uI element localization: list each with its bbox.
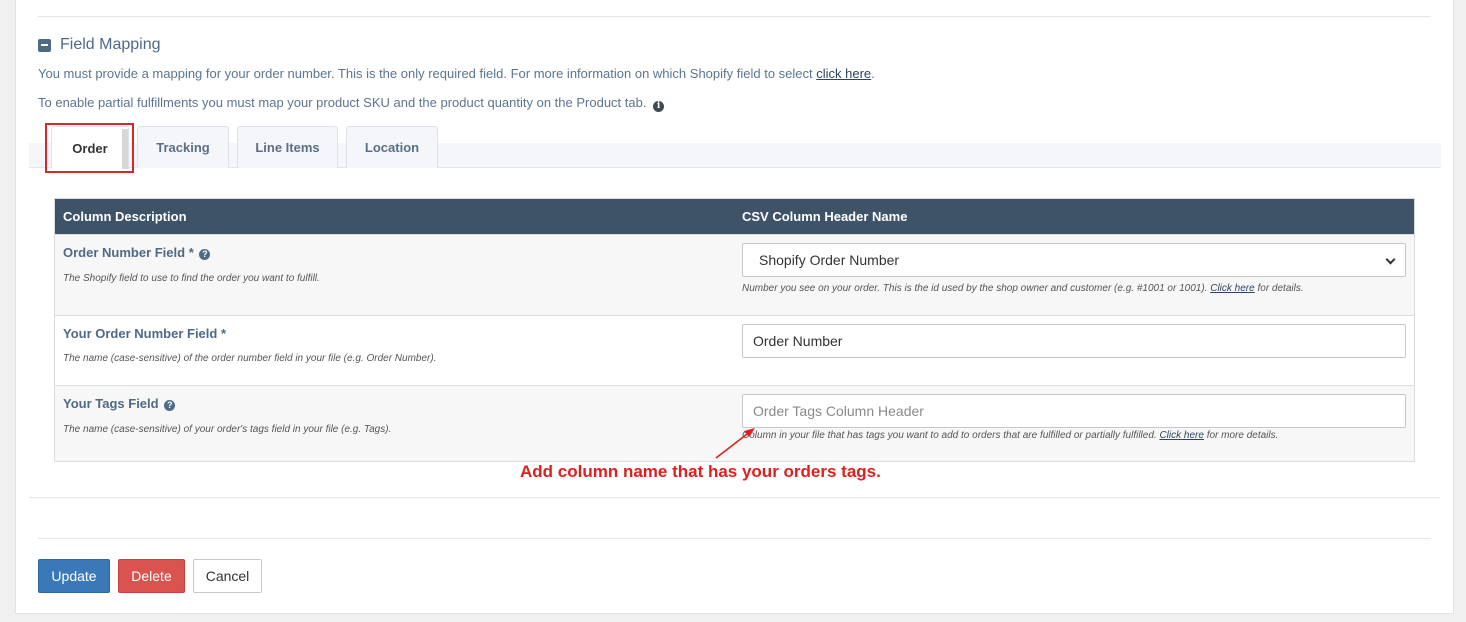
tags-field-label-text: Your Tags Field	[63, 396, 159, 411]
order-number-hint: Number you see on your order. This is th…	[742, 283, 1304, 294]
delete-button[interactable]: Delete	[118, 559, 185, 593]
your-order-number-field-label: Your Order Number Field *	[63, 326, 227, 341]
order-number-field-label-text: Order Number Field *	[63, 245, 194, 260]
order-number-details-link[interactable]: Click here	[1210, 283, 1254, 294]
your-order-number-field-description: The name (case-sensitive) of the order n…	[63, 353, 437, 364]
tab-line-items[interactable]: Line Items	[237, 126, 338, 168]
lower-divider	[29, 497, 1440, 498]
tags-hint-suffix: for more details.	[1203, 430, 1279, 441]
tags-column-input[interactable]: Order Tags Column Header	[742, 394, 1406, 428]
order-number-input[interactable]: Order Number	[742, 324, 1406, 358]
header-column-description: Column Description	[63, 209, 187, 224]
help-text-suffix: .	[871, 66, 875, 81]
tab-tracking[interactable]: Tracking	[137, 126, 229, 168]
content-panel: Field Mapping You must provide a mapping…	[15, 0, 1454, 614]
tags-details-link[interactable]: Click here	[1159, 430, 1203, 441]
info-circle-icon[interactable]: i	[653, 101, 665, 112]
tags-field-description: The name (case-sensitive) of your order'…	[63, 424, 392, 435]
order-number-hint-suffix: for details.	[1254, 283, 1304, 294]
header-csv-column: CSV Column Header Name	[742, 209, 908, 224]
order-number-field-description: The Shopify field to use to find the ord…	[63, 273, 320, 284]
row-order-number-field: Order Number Field * ? The Shopify field…	[55, 234, 1414, 315]
help-text-prefix: You must provide a mapping for your orde…	[38, 66, 817, 81]
row-your-order-number-field: Your Order Number Field * The name (case…	[55, 315, 1414, 385]
section-title: Field Mapping	[60, 36, 161, 53]
select-value: Shopify Order Number	[759, 252, 900, 268]
partial-fulfillment-note: To enable partial fulfillments you must …	[38, 95, 665, 112]
question-circle-icon[interactable]: ?	[164, 400, 176, 411]
tab-order-label: Order	[72, 140, 108, 156]
mapping-help-text: You must provide a mapping for your orde…	[38, 66, 875, 81]
annotation-arrow-icon	[715, 428, 755, 459]
minus-square-icon[interactable]	[38, 38, 51, 52]
tags-field-label: Your Tags Field ?	[63, 396, 176, 411]
order-number-hint-prefix: Number you see on your order. This is th…	[742, 283, 1211, 294]
order-number-field-label: Order Number Field * ?	[63, 245, 211, 260]
help-link[interactable]: click here	[816, 66, 871, 81]
tab-tracking-label: Tracking	[156, 140, 210, 155]
chevron-down-icon	[1385, 254, 1396, 265]
field-mapping-table: Column Description CSV Column Header Nam…	[54, 198, 1415, 462]
bottom-divider	[38, 538, 1431, 539]
tags-hint-prefix: Column in your file that has tags you wa…	[742, 430, 1160, 441]
shopify-order-number-select[interactable]: Shopify Order Number	[742, 243, 1406, 277]
tab-location-label: Location	[364, 140, 420, 155]
tab-location[interactable]: Location	[346, 126, 438, 168]
table-header: Column Description CSV Column Header Nam…	[55, 199, 1414, 234]
tags-input-placeholder: Order Tags Column Header	[753, 403, 924, 419]
annotation-text: Add column name that has your orders tag…	[520, 462, 881, 481]
order-number-input-value: Order Number	[753, 333, 843, 349]
question-circle-icon[interactable]: ?	[199, 249, 211, 260]
tab-line-items-label: Line Items	[255, 140, 320, 155]
update-button[interactable]: Update	[38, 559, 110, 593]
tags-field-hint: Column in your file that has tags you wa…	[742, 430, 1278, 441]
top-divider	[38, 16, 1431, 17]
tab-active-shadow	[122, 129, 128, 169]
tab-order[interactable]: Order	[51, 126, 129, 169]
partial-note-text: To enable partial fulfillments you must …	[38, 95, 647, 110]
section-heading[interactable]: Field Mapping	[38, 36, 161, 54]
cancel-button[interactable]: Cancel	[193, 559, 262, 593]
